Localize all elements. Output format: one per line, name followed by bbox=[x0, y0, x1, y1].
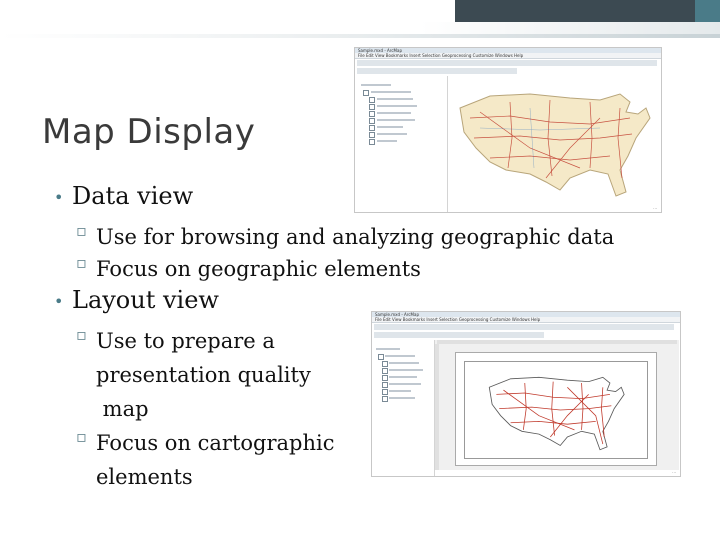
square-bullet-icon: ▫ bbox=[76, 427, 87, 446]
top-divider-line bbox=[0, 34, 720, 38]
slide-title: Map Display bbox=[42, 112, 256, 152]
square-bullet-icon: ▫ bbox=[76, 221, 87, 240]
us-map-icon bbox=[488, 376, 625, 451]
menu-text: File Edit View Bookmarks Insert Selectio… bbox=[358, 53, 524, 58]
bullet-label: Data view bbox=[72, 182, 194, 210]
toolbar bbox=[357, 68, 517, 74]
menu-text: File Edit View Bookmarks Insert Selectio… bbox=[375, 317, 541, 322]
menu-bar: File Edit View Bookmarks Insert Selectio… bbox=[372, 317, 680, 323]
data-frame bbox=[464, 361, 648, 459]
bullet-dot-icon: • bbox=[54, 292, 64, 311]
status-caption: ⋯ bbox=[672, 470, 676, 475]
toolbar bbox=[374, 324, 674, 330]
top-dark-block bbox=[455, 0, 695, 22]
us-map-icon bbox=[459, 93, 651, 197]
menu-bar: File Edit View Bookmarks Insert Selectio… bbox=[355, 53, 661, 59]
subbullet-label: Use for browsing and analyzing geographi… bbox=[96, 225, 615, 249]
bullet-label: Layout view bbox=[72, 286, 219, 314]
table-of-contents bbox=[372, 340, 435, 476]
layout-page bbox=[455, 352, 657, 466]
layout-area[interactable] bbox=[435, 340, 679, 470]
bullet-dot-icon: • bbox=[54, 188, 64, 207]
map-canvas[interactable] bbox=[448, 76, 660, 206]
top-teal-block bbox=[695, 0, 720, 22]
table-of-contents bbox=[355, 76, 448, 212]
toolbar bbox=[374, 332, 544, 338]
status-caption: ⋯ bbox=[653, 206, 657, 211]
layout-view-screenshot: Sample.mxd - ArcMap File Edit View Bookm… bbox=[371, 311, 681, 477]
top-decoration-bar bbox=[0, 0, 720, 38]
subbullet-label: Focus on geographic elements bbox=[96, 257, 421, 281]
subbullet-label: Use to prepare a presentation quality ma… bbox=[96, 329, 311, 421]
square-bullet-icon: ▫ bbox=[76, 325, 87, 344]
data-view-screenshot: Sample.mxd - ArcMap File Edit View Bookm… bbox=[354, 47, 662, 213]
toolbar bbox=[357, 60, 657, 66]
subbullet-label: Focus on cartographic elements bbox=[96, 431, 335, 489]
square-bullet-icon: ▫ bbox=[76, 253, 87, 272]
